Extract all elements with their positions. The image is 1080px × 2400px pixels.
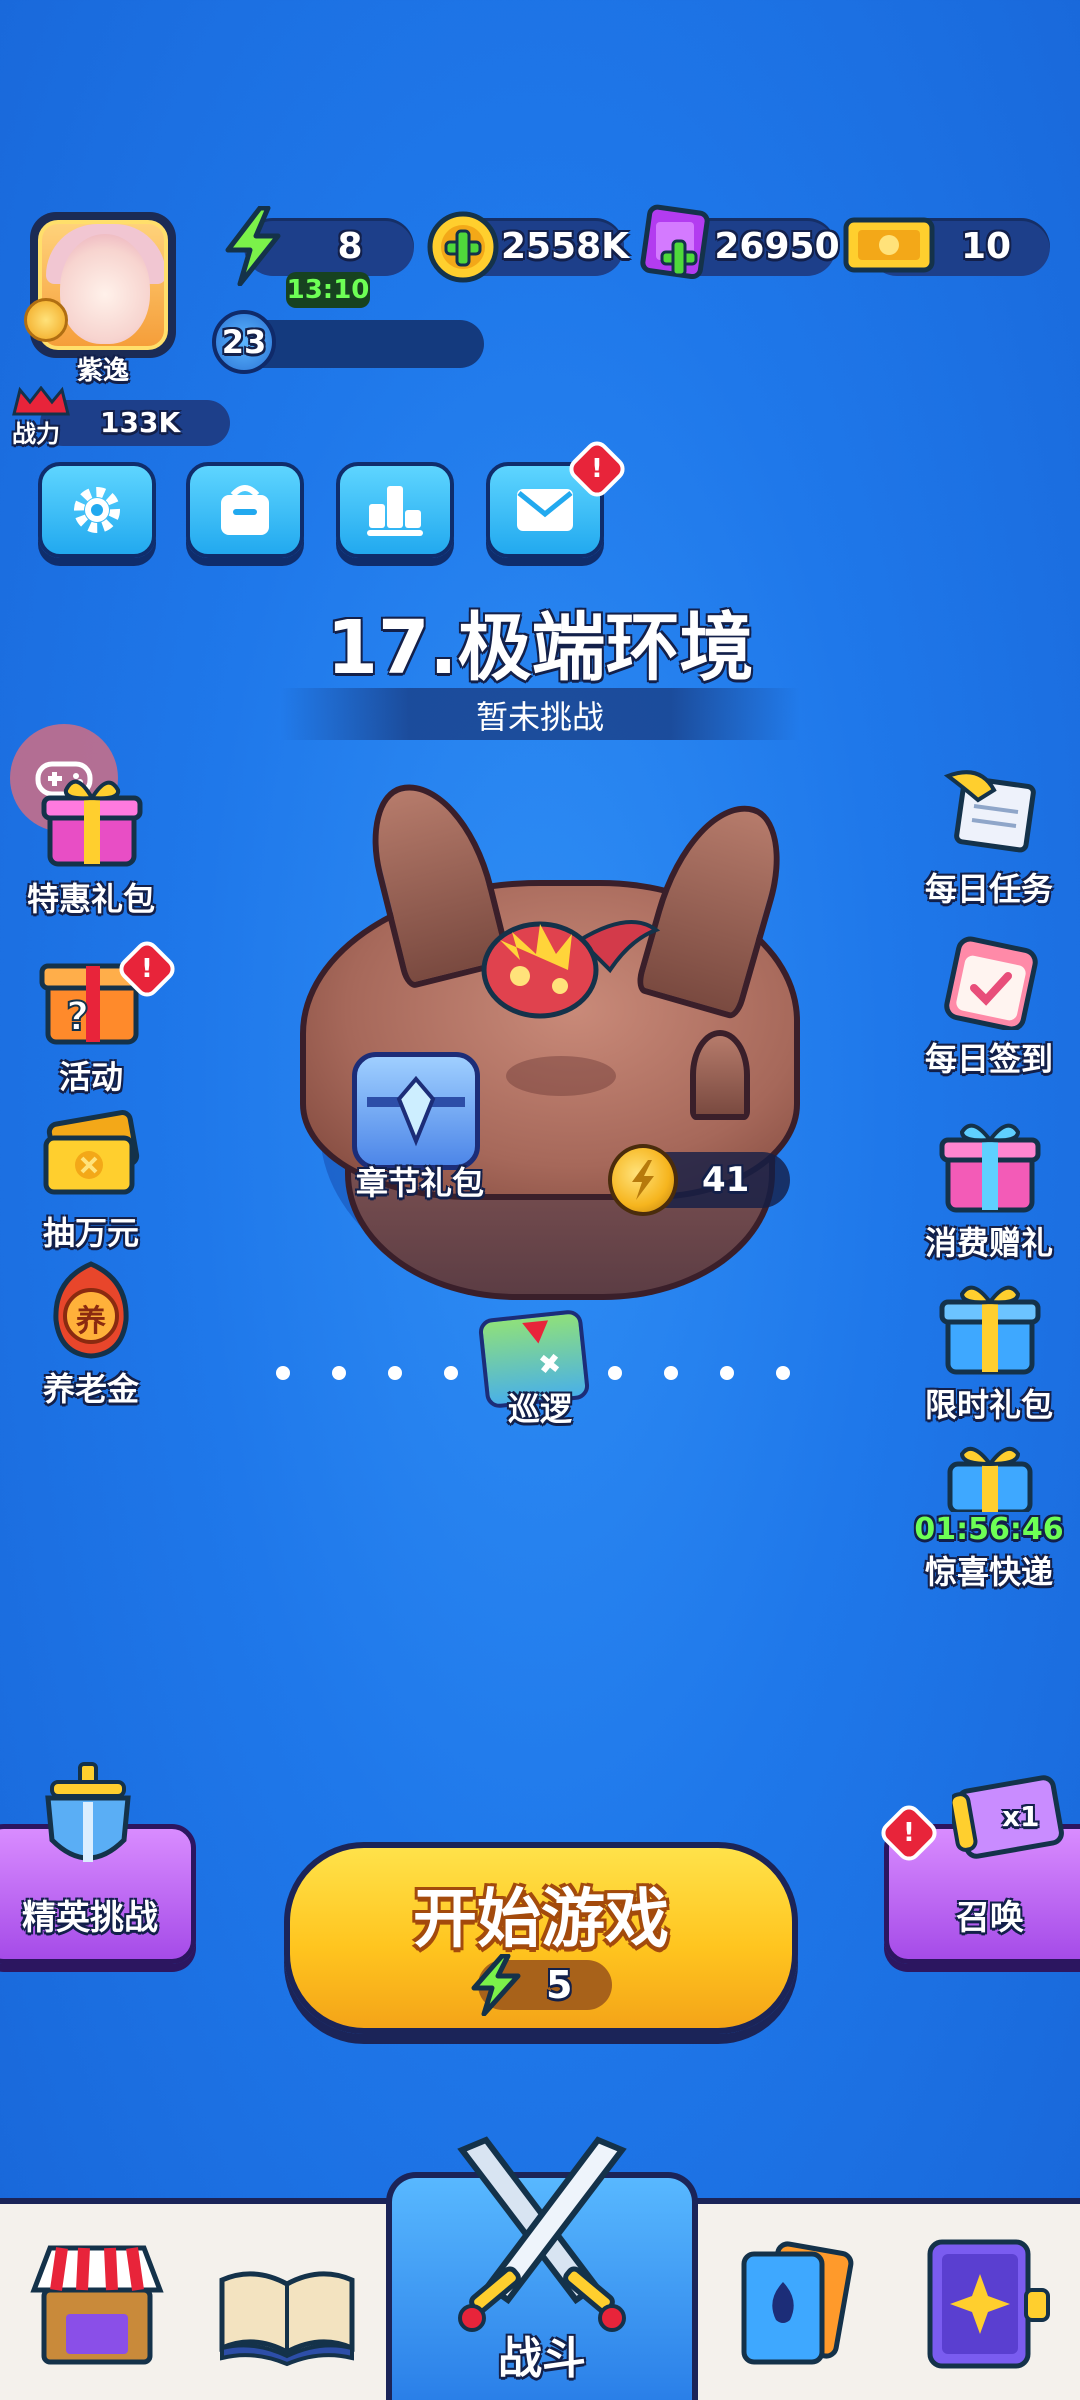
gems-value: 26950 (714, 226, 840, 267)
right-side-1-label: 每日签到 (924, 1040, 1053, 1078)
battle-icon (457, 2136, 627, 2332)
left-side-3-label: 养老金 (42, 1370, 139, 1408)
energy-value: 8 (337, 226, 363, 267)
left-side-2-label: 抽万元 (42, 1214, 139, 1252)
summon-count-badge: x1 (1002, 1800, 1040, 1833)
gold-ticket-stack-icon (43, 1110, 140, 1195)
settings-icon (74, 487, 120, 533)
shop-bag-button[interactable] (186, 462, 304, 558)
delivery-gift-icon (947, 1446, 1033, 1515)
pink-gift-icon (939, 1123, 1041, 1213)
right-side-1[interactable]: 每日签到 (914, 930, 1064, 1080)
right-side-2-label: 消费赠礼 (924, 1224, 1053, 1262)
shop-bag-icon (221, 485, 269, 535)
book-icon (219, 2271, 355, 2367)
left-side-2[interactable]: 抽万元 (16, 1104, 166, 1254)
energy-timer: 13:10 (286, 272, 370, 308)
coin-bolt-icon (632, 1160, 654, 1200)
scroll-quill-icon (943, 770, 1036, 853)
island-crater (506, 1056, 616, 1096)
gem-plus-icon[interactable] (638, 204, 714, 288)
stage-title: 17.极端环境 (326, 605, 754, 691)
right-side-3[interactable]: 限时礼包 (914, 1276, 1064, 1426)
mail-icon (517, 489, 573, 531)
right-side-2[interactable]: 消费赠礼 (914, 1114, 1064, 1264)
crown-fire-icon (12, 386, 70, 416)
nav-active-label: 战斗 (498, 2333, 586, 2384)
settings-button[interactable] (38, 462, 156, 558)
nav-tab-shop[interactable] (22, 2230, 172, 2380)
right-side-0-label: 每日任务 (924, 870, 1053, 908)
delivery-timer: 01:56:46 (914, 1512, 1064, 1547)
start-game-label: 开始游戏 (413, 1883, 669, 1957)
shield-sword-icon (45, 1762, 131, 1862)
left-side-0-label: 特惠礼包 (26, 880, 155, 918)
calendar-check-icon (944, 936, 1038, 1032)
svg-text:?: ? (66, 994, 89, 1040)
patrol-label: 巡逻 (507, 1390, 572, 1428)
chapter-chest-label: 章节礼包 (355, 1164, 484, 1202)
nav-tab-spellbook[interactable] (910, 2230, 1060, 2380)
power-value: 133K (100, 406, 181, 439)
right-side-4-label: 惊喜快递 (924, 1553, 1053, 1591)
power-label: 战力 (12, 420, 60, 448)
right-side-3-label: 限时礼包 (924, 1386, 1053, 1424)
coin-icon (608, 1144, 678, 1216)
island-rock (690, 1030, 750, 1120)
right-side-0[interactable]: 每日任务 (914, 760, 1064, 910)
spellbook-icon (927, 2239, 1050, 2369)
nav-tab-cards[interactable] (720, 2230, 870, 2380)
energy-bolt-icon (471, 1954, 521, 2016)
summon-label: 召唤 (956, 1898, 1024, 1938)
energy-bolt-icon (225, 206, 281, 286)
stage-status: 暂未挑战 (475, 698, 604, 736)
leaderboard-button[interactable] (336, 462, 454, 558)
chapter-chest[interactable] (352, 1052, 480, 1170)
player-level: 23 (212, 310, 276, 374)
cards-icon (741, 2241, 854, 2365)
tickets-value: 10 (960, 226, 1012, 267)
rank-medal-icon (24, 298, 68, 342)
shop-icon (30, 2245, 164, 2365)
gift-box-icon (41, 779, 143, 867)
elite-challenge-label: 精英挑战 (22, 1898, 158, 1938)
player-name: 紫逸 (76, 356, 129, 386)
coin-plus-icon[interactable] (424, 208, 502, 286)
blue-gift-icon (939, 1285, 1041, 1375)
left-side-3[interactable]: 养 养老金 (16, 1260, 166, 1410)
gold-ticket-icon (843, 217, 935, 273)
right-side-4[interactable]: 01:56:46 惊喜快递 (914, 1440, 1064, 1593)
crystal-chest-icon (367, 1075, 465, 1147)
left-side-0[interactable]: 特惠礼包 (16, 770, 166, 920)
fire-dragon-icon[interactable] (460, 880, 660, 1040)
nav-tab-book[interactable] (212, 2230, 362, 2380)
leaderboard-icon (367, 486, 423, 536)
left-side-1-label: 活动 (58, 1058, 123, 1096)
coins-value: 2558K (500, 226, 630, 267)
pension-badge-text: 养 (76, 1304, 106, 1339)
